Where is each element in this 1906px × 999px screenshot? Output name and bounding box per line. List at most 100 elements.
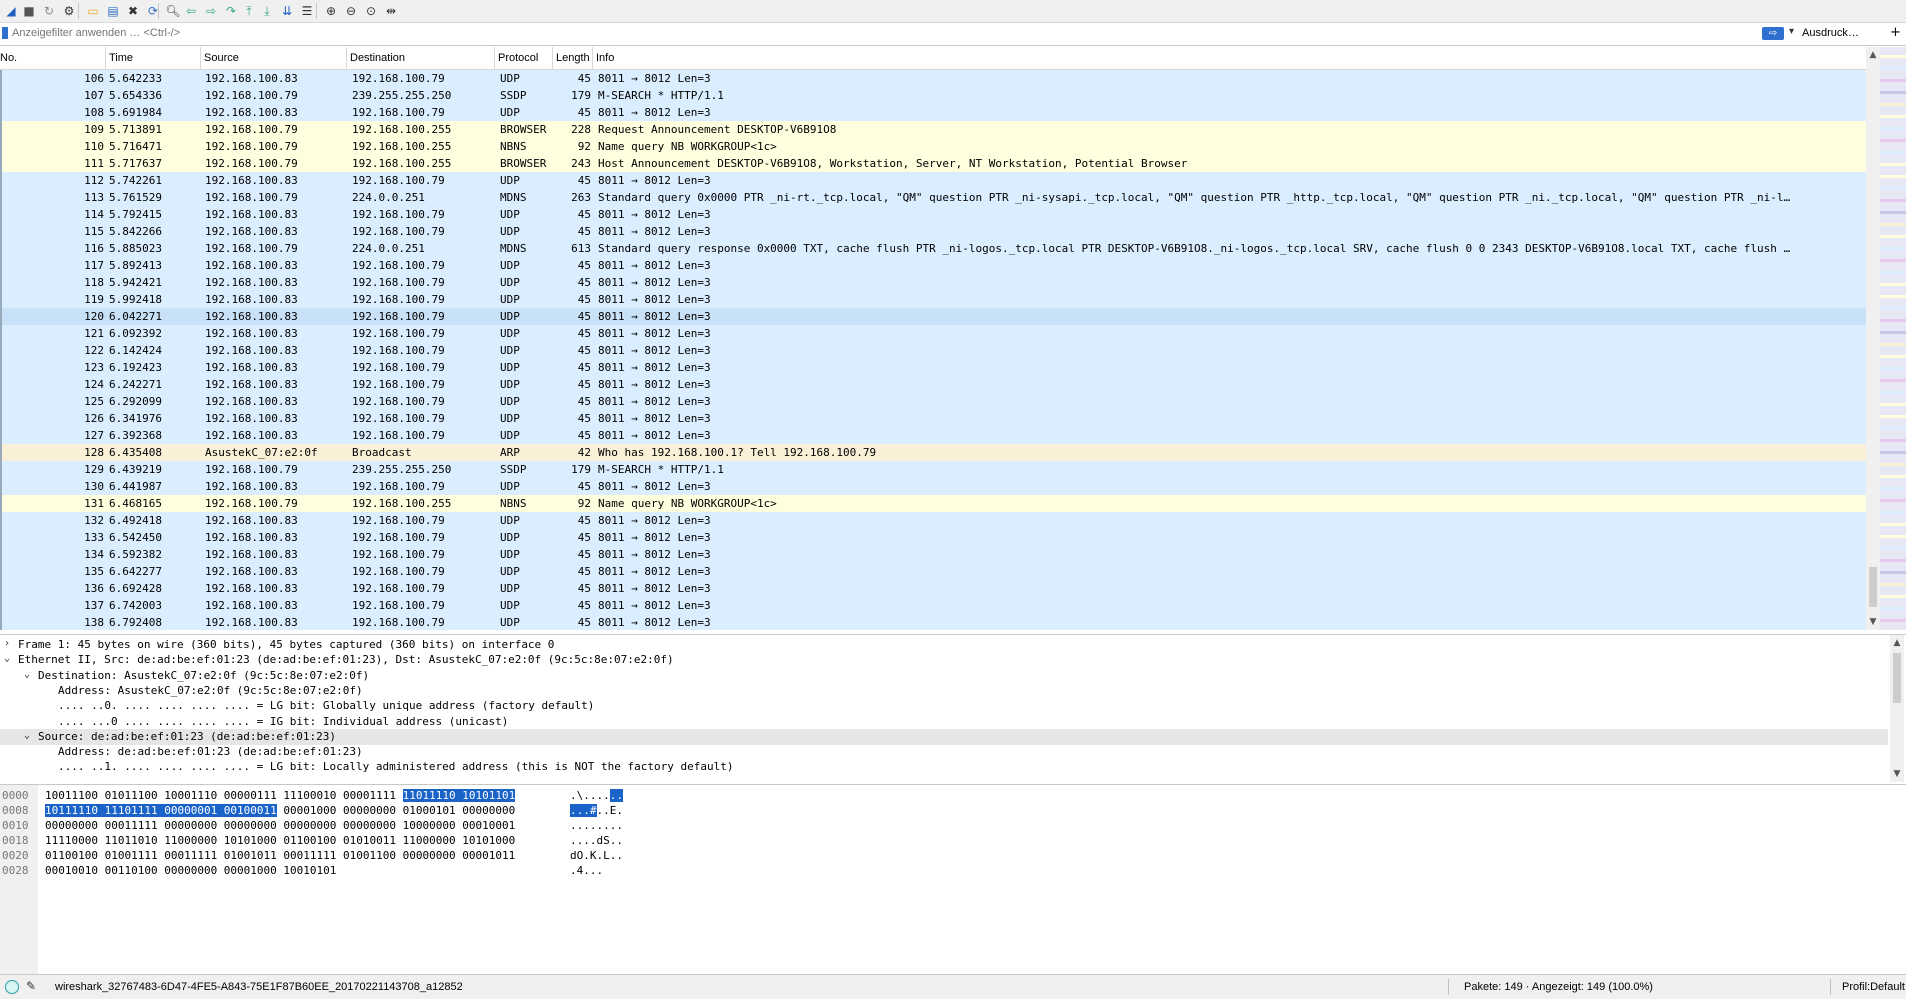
byte-ascii-line[interactable]: .\...... <box>570 788 623 803</box>
packet-row[interactable]: 125 6.292099 192.168.100.83 192.168.100.79 U… <box>0 393 1866 410</box>
collapse-chevron-icon[interactable]: ⌄ <box>22 669 32 680</box>
byte-ascii-line[interactable]: .4... <box>570 863 603 878</box>
byte-ascii-line[interactable]: ...#..E. <box>570 803 623 818</box>
expression-button[interactable]: Ausdruck… <box>1802 27 1859 39</box>
last-packet-icon[interactable]: ⤓ <box>258 2 276 20</box>
packet-minimap[interactable] <box>1880 47 1906 630</box>
normal-size-icon[interactable]: ⊙ <box>362 2 380 20</box>
packet-row[interactable]: 113 5.761529 192.168.100.79 224.0.0.251 MDNS… <box>0 189 1866 206</box>
packet-row[interactable]: 115 5.842266 192.168.100.83 192.168.100.79 U… <box>0 223 1866 240</box>
byte-bits-line[interactable]: 00000000 00011111 00000000 00000000 0000… <box>45 818 515 833</box>
packet-row[interactable]: 137 6.742003 192.168.100.83 192.168.100.79 U… <box>0 597 1866 614</box>
packet-row[interactable]: 136 6.692428 192.168.100.83 192.168.100.79 U… <box>0 580 1866 597</box>
display-filter-input[interactable] <box>12 25 1752 41</box>
packet-row[interactable]: 129 6.439219 192.168.100.79 239.255.255.250… <box>0 461 1866 478</box>
scroll-down-icon[interactable]: ▼ <box>1891 768 1903 780</box>
collapse-chevron-icon[interactable]: ⌄ <box>2 653 12 664</box>
byte-ascii-line[interactable]: ....dS.. <box>570 833 623 848</box>
zoom-out-icon[interactable]: ⊖ <box>342 2 360 20</box>
scroll-up-icon[interactable]: ▲ <box>1867 49 1879 61</box>
save-file-icon[interactable]: ▤ <box>104 2 122 20</box>
packet-row[interactable]: 122 6.142424 192.168.100.83 192.168.100.79 U… <box>0 342 1866 359</box>
packet-cell-proto: UDP <box>500 259 520 272</box>
packet-row[interactable]: 119 5.992418 192.168.100.83 192.168.100.79 U… <box>0 291 1866 308</box>
collapse-chevron-icon[interactable]: ⌄ <box>22 730 32 741</box>
column-header-time[interactable]: Time <box>105 47 133 69</box>
scroll-up-icon[interactable]: ▲ <box>1891 637 1903 649</box>
add-filter-button[interactable]: + <box>1890 25 1901 40</box>
colorize-icon[interactable]: ☰ <box>298 2 316 20</box>
packet-row[interactable]: 118 5.942421 192.168.100.83 192.168.100.79 U… <box>0 274 1866 291</box>
first-packet-icon[interactable]: ⤒ <box>240 2 258 20</box>
byte-bits-line[interactable]: 00010010 00110100 00000000 00001000 1001… <box>45 863 336 878</box>
packet-bytes-pane[interactable]: 0000 10011100 01011100 10001110 00000111 … <box>0 784 1906 975</box>
detail-tree-item[interactable]: .... ..1. .... .... .... .... = LG bit: … <box>58 758 734 775</box>
packet-row[interactable]: 106 5.642233 192.168.100.83 192.168.100.79 U… <box>0 70 1866 87</box>
filter-history-dropdown-icon[interactable]: ▾ <box>1789 26 1794 37</box>
go-back-icon[interactable]: ⇦ <box>182 2 200 20</box>
bookmark-icon[interactable] <box>2 27 8 39</box>
packet-row[interactable]: 110 5.716471 192.168.100.79 192.168.100.255… <box>0 138 1866 155</box>
resize-columns-icon[interactable]: ⇹ <box>382 2 400 20</box>
packet-row[interactable]: 131 6.468165 192.168.100.79 192.168.100.255… <box>0 495 1866 512</box>
scroll-thumb[interactable] <box>1869 567 1877 607</box>
reload-icon[interactable]: ⟳ <box>144 2 162 20</box>
zoom-in-icon[interactable]: ⊕ <box>322 2 340 20</box>
options-gear-icon[interactable]: ⚙ <box>60 2 78 20</box>
packet-row[interactable]: 107 5.654336 192.168.100.79 239.255.255.250… <box>0 87 1866 104</box>
packet-row[interactable]: 124 6.242271 192.168.100.83 192.168.100.79 U… <box>0 376 1866 393</box>
packet-row[interactable]: 117 5.892413 192.168.100.83 192.168.100.79 U… <box>0 257 1866 274</box>
close-file-icon[interactable]: ✖ <box>124 2 142 20</box>
packet-row[interactable]: 127 6.392368 192.168.100.83 192.168.100.79 U… <box>0 427 1866 444</box>
byte-ascii-line[interactable]: ........ <box>570 818 623 833</box>
profile-label[interactable]: Profil:Default <box>1842 981 1905 993</box>
column-header-no[interactable]: No. <box>0 52 17 64</box>
byte-bits-line[interactable]: 01100100 01001111 00011111 01001011 0001… <box>45 848 515 863</box>
packet-row[interactable]: 108 5.691984 192.168.100.83 192.168.100.79 U… <box>0 104 1866 121</box>
packet-row[interactable]: 121 6.092392 192.168.100.83 192.168.100.79 U… <box>0 325 1866 342</box>
packet-row[interactable]: 114 5.792415 192.168.100.83 192.168.100.79 U… <box>0 206 1866 223</box>
apply-filter-button[interactable]: ⇨ <box>1762 27 1784 40</box>
column-header-protocol[interactable]: Protocol <box>494 47 538 69</box>
expand-chevron-icon[interactable]: › <box>2 638 12 649</box>
packet-row[interactable]: 132 6.492418 192.168.100.83 192.168.100.79 U… <box>0 512 1866 529</box>
packet-row[interactable]: 116 5.885023 192.168.100.79 224.0.0.251 MDNS… <box>0 240 1866 257</box>
details-scrollbar[interactable]: ▲ ▼ <box>1890 635 1904 782</box>
packet-row[interactable]: 111 5.717637 192.168.100.79 192.168.100.255… <box>0 155 1866 172</box>
byte-bits-line[interactable]: 11110000 11011010 11000000 10101000 0110… <box>45 833 515 848</box>
packet-list-scrollbar[interactable]: ▲ ▼ <box>1866 47 1880 630</box>
byte-bits-line[interactable]: 10011100 01011100 10001110 00000111 1110… <box>45 788 516 803</box>
expert-info-icon[interactable] <box>5 980 19 994</box>
byte-bits-line[interactable]: 10111110 11101111 00000001 00100011 0000… <box>45 803 515 818</box>
packet-row[interactable]: 123 6.192423 192.168.100.83 192.168.100.79 U… <box>0 359 1866 376</box>
packet-row[interactable]: 128 6.435408 AsustekC_07:e2:0f Broadcast ARP… <box>0 444 1866 461</box>
packet-row[interactable]: 126 6.341976 192.168.100.83 192.168.100.79 U… <box>0 410 1866 427</box>
column-header-destination[interactable]: Destination <box>346 47 405 69</box>
packet-row[interactable]: 109 5.713891 192.168.100.79 192.168.100.255… <box>0 121 1866 138</box>
column-header-info[interactable]: Info <box>592 47 614 69</box>
scroll-down-icon[interactable]: ▼ <box>1867 616 1879 628</box>
shark-fin-start-icon[interactable]: ◢ <box>2 2 20 20</box>
packet-row[interactable]: 130 6.441987 192.168.100.83 192.168.100.79 U… <box>0 478 1866 495</box>
minimap-stripe <box>1880 343 1906 346</box>
go-forward-icon[interactable]: ⇨ <box>202 2 220 20</box>
byte-ascii-line[interactable]: dO.K.L.. <box>570 848 623 863</box>
autoscroll-icon[interactable]: ⇊ <box>278 2 296 20</box>
column-header-length[interactable]: Length <box>552 47 590 69</box>
packet-row[interactable]: 112 5.742261 192.168.100.83 192.168.100.79 U… <box>0 172 1866 189</box>
go-to-packet-icon[interactable]: ↷ <box>222 2 240 20</box>
packet-details-pane[interactable]: › Frame 1: 45 bytes on wire (360 bits), 4… <box>0 634 1906 783</box>
packet-list[interactable]: No. Time Source Destination Protocol Len… <box>0 47 1866 630</box>
stop-icon[interactable]: ■ <box>20 2 38 20</box>
packet-row[interactable]: 138 6.792408 192.168.100.83 192.168.100.79 U… <box>0 614 1866 630</box>
packet-row[interactable]: 135 6.642277 192.168.100.83 192.168.100.79 U… <box>0 563 1866 580</box>
column-header-source[interactable]: Source <box>200 47 239 69</box>
packet-row[interactable]: 134 6.592382 192.168.100.83 192.168.100.79 U… <box>0 546 1866 563</box>
open-folder-icon[interactable]: ▭ <box>84 2 102 20</box>
packet-row[interactable]: 133 6.542450 192.168.100.83 192.168.100.79 U… <box>0 529 1866 546</box>
capture-comment-icon[interactable]: ✎ <box>26 979 36 993</box>
find-packet-icon[interactable]: 🔍︎ <box>164 2 182 20</box>
scroll-thumb[interactable] <box>1893 653 1901 703</box>
restart-icon[interactable]: ↻ <box>40 2 58 20</box>
packet-row[interactable]: 120 6.042271 192.168.100.83 192.168.100.79 U… <box>0 308 1866 325</box>
